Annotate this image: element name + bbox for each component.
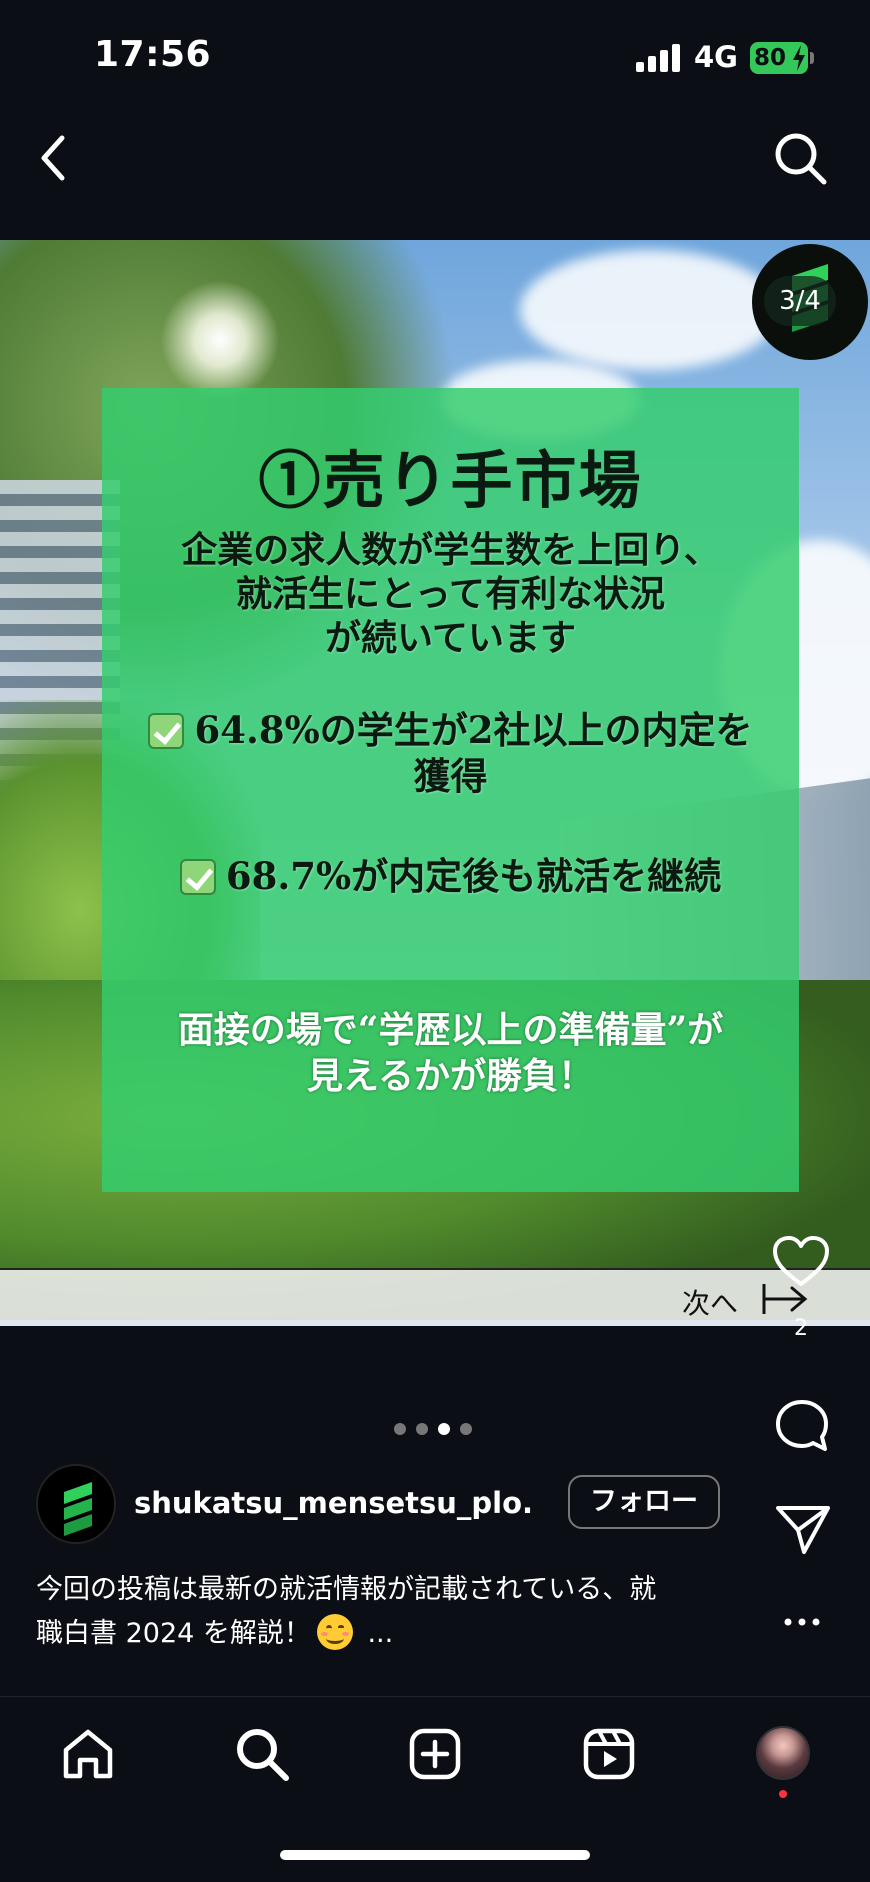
- info-panel: ①売り手市場 企業の求人数が学生数を上回り、 就活生にとって有利な状況 が続いて…: [102, 388, 799, 1192]
- stat-2-text: 68.7%が内定後も就活を継続: [225, 854, 722, 898]
- closing-line-2: 見えるかが勝負！: [307, 1055, 594, 1097]
- battery-cap: [810, 52, 814, 64]
- panel-title: ①売り手市場: [258, 444, 643, 517]
- search-icon: [775, 133, 827, 185]
- checkmark-icon: [179, 859, 216, 895]
- follow-button[interactable]: フォロー: [568, 1475, 720, 1529]
- tab-home[interactable]: [58, 1724, 118, 1784]
- bolt-icon: [793, 45, 805, 71]
- tab-search[interactable]: [232, 1724, 292, 1784]
- smiling-face-emoji-icon: [316, 1614, 353, 1650]
- carousel-dot: [394, 1423, 406, 1435]
- page-counter: 3/4: [764, 276, 836, 326]
- status-bar: 17:56 4G 80: [0, 0, 870, 110]
- like-count: 2: [794, 1316, 808, 1341]
- sun-flare: [160, 280, 280, 400]
- more-button[interactable]: [782, 1612, 822, 1632]
- comment-icon: [776, 1400, 828, 1451]
- comment-button[interactable]: [774, 1398, 830, 1454]
- caption-more[interactable]: ...: [359, 1618, 393, 1649]
- caption-line-2-text: 職白書 2024 を解説！: [36, 1618, 311, 1649]
- closing-line-1: 面接の場で“学歴以上の準備量”が: [177, 1009, 724, 1051]
- carousel-dot: [460, 1423, 472, 1435]
- account-avatar[interactable]: [36, 1464, 116, 1544]
- battery-icon: 80: [750, 42, 808, 74]
- back-button[interactable]: [32, 130, 76, 186]
- status-time: 17:56: [94, 34, 212, 75]
- caption-line-2: 職白書 2024 を解説！ ...: [36, 1612, 736, 1656]
- carousel-indicator: [392, 1421, 482, 1437]
- stat-1-text: 64.8%の学生が2社以上の内定を: [194, 708, 753, 752]
- stat-1: 64.8%の学生が2社以上の内定を: [102, 708, 799, 752]
- tab-reels[interactable]: [579, 1724, 639, 1784]
- stat-2: 68.7%が内定後も就活を継続: [102, 854, 799, 898]
- post-caption[interactable]: 今回の投稿は最新の就活情報が記載されている、就 職白書 2024 を解説！ ..…: [36, 1568, 736, 1656]
- chevron-left-icon: [41, 135, 65, 181]
- intro-line-2: 就活生にとって有利な状況: [235, 573, 666, 615]
- intro-line-1: 企業の求人数が学生数を上回り、: [181, 529, 720, 571]
- tab-create[interactable]: [405, 1724, 465, 1784]
- like-button[interactable]: [772, 1236, 830, 1288]
- plus-square-icon: [409, 1728, 461, 1780]
- account-username[interactable]: shukatsu_mensetsu_plo...: [134, 1486, 534, 1520]
- home-indicator: [280, 1850, 590, 1860]
- home-icon: [63, 1729, 113, 1779]
- carousel-dot: [416, 1423, 428, 1435]
- stat-1-continued: 獲得: [413, 754, 488, 798]
- cloud: [520, 250, 780, 370]
- search-button[interactable]: [772, 130, 830, 188]
- next-label: 次へ: [682, 1287, 739, 1320]
- more-icon: [784, 1618, 820, 1626]
- intro-line-3: が続いています: [325, 617, 576, 659]
- checkmark-icon: [148, 713, 185, 749]
- caption-line-1: 今回の投稿は最新の就活情報が記載されている、就: [36, 1574, 657, 1605]
- post-image[interactable]: ①売り手市場 企業の求人数が学生数を上回り、 就活生にとって有利な状況 が続いて…: [0, 240, 870, 1326]
- send-icon: [776, 1506, 830, 1554]
- carousel-dot-active: [438, 1423, 450, 1435]
- reels-icon: [583, 1728, 635, 1780]
- battery-level: 80: [754, 45, 787, 71]
- tab-profile-avatar[interactable]: [756, 1726, 810, 1780]
- search-icon: [237, 1729, 289, 1781]
- notification-dot: [779, 1790, 787, 1798]
- next-strip: [0, 1268, 870, 1326]
- heart-icon: [773, 1236, 829, 1286]
- signal-icon: [636, 44, 682, 72]
- network-type: 4G: [694, 40, 738, 74]
- brand-logo-icon: [64, 1482, 92, 1536]
- share-button[interactable]: [774, 1502, 832, 1556]
